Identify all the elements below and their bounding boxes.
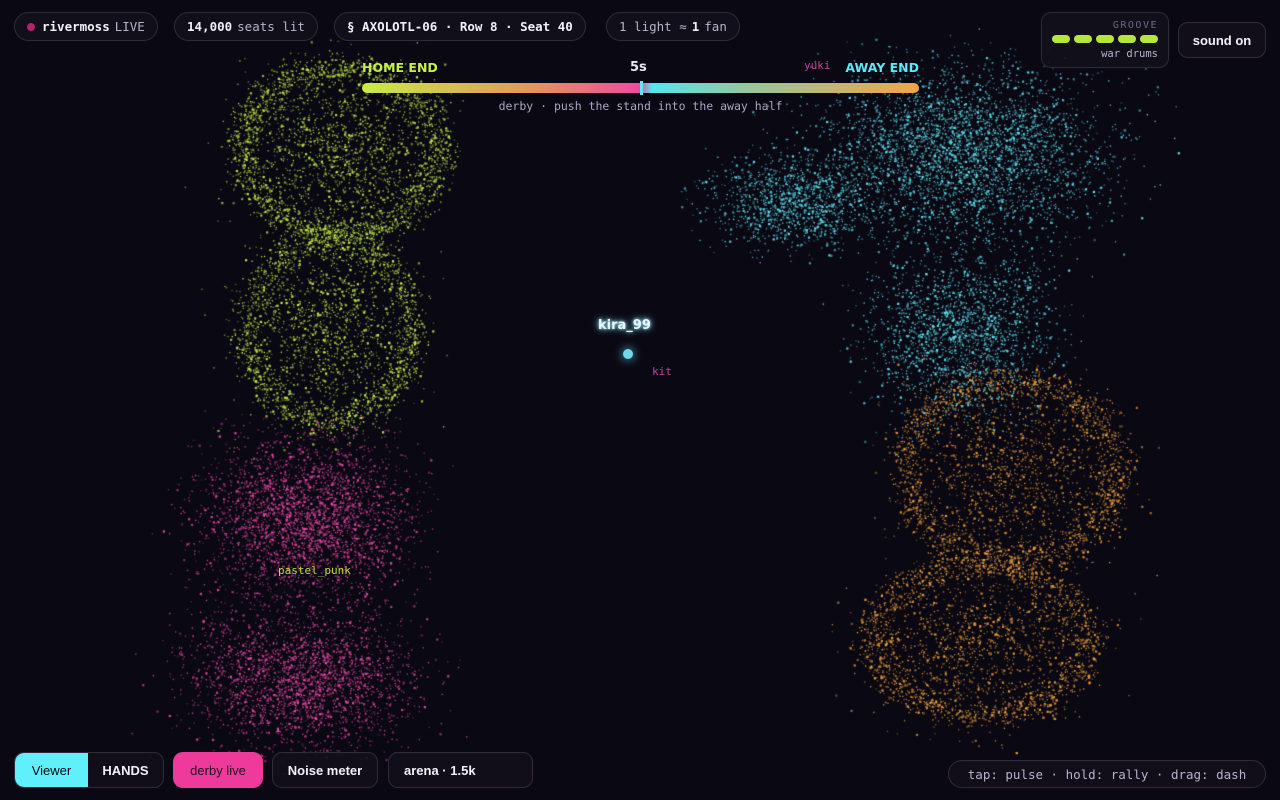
- tug-balance-marker: [639, 81, 643, 95]
- ratio-suffix: fan: [704, 19, 727, 34]
- player-cursor-dot[interactable]: [623, 349, 633, 359]
- groove-label: GROOVE: [1112, 20, 1158, 31]
- away-end-label: AWAY END: [845, 60, 919, 75]
- controls-hint: tap: pulse · hold: rally · drag: dash: [948, 760, 1266, 788]
- ratio-value: 1: [691, 19, 700, 34]
- player-name-tag: kira_99: [598, 318, 651, 333]
- noise-meter-button[interactable]: Noise meter: [272, 752, 378, 788]
- arena-size-field[interactable]: arena · 1.5k: [388, 752, 533, 788]
- seats-count: 14,000: [187, 19, 233, 34]
- live-label: LIVE: [114, 19, 145, 34]
- derby-live-button[interactable]: derby live: [173, 752, 263, 788]
- groove-bar: [1052, 35, 1070, 43]
- crowd-particle-field[interactable]: [0, 0, 1280, 800]
- fan-tag-pastel-punk: pastel_punk: [278, 564, 351, 577]
- groove-meter: GROOVE war drums: [1041, 12, 1169, 68]
- derby-tug-meter: HOME END 5s AWAY END derby · push the st…: [362, 60, 919, 113]
- home-end-label: HOME END: [362, 60, 438, 75]
- seat-label: § AXOLOTL-06 · Row 8 · Seat 40: [347, 19, 573, 34]
- groove-bar: [1096, 35, 1114, 43]
- derby-timer: 5s: [630, 60, 647, 75]
- seat-location: § AXOLOTL-06 · Row 8 · Seat 40: [334, 12, 586, 41]
- groove-bar: [1140, 35, 1158, 43]
- fan-tag-kit: kit: [652, 365, 672, 378]
- seats-lit-counter: 14,000 seats lit: [174, 12, 318, 41]
- groove-bar: [1118, 35, 1136, 43]
- fan-tag-yuki: yuki: [804, 59, 831, 72]
- mode-toggle: Viewer HANDS: [14, 752, 164, 788]
- groove-bar: [1074, 35, 1092, 43]
- derby-subtitle: derby · push the stand into the away hal…: [498, 99, 783, 113]
- seats-text: seats lit: [237, 19, 305, 34]
- ratio-prefix: 1 light ≈: [619, 19, 687, 34]
- viewer-mode-button[interactable]: Viewer: [15, 753, 88, 787]
- brand-name: rivermoss: [42, 19, 110, 34]
- brand-badge: rivermoss LIVE: [14, 12, 158, 41]
- groove-level-bars: [1052, 35, 1158, 43]
- sound-toggle-button[interactable]: sound on: [1178, 22, 1266, 58]
- light-fan-ratio: 1 light ≈ 1 fan: [606, 12, 740, 41]
- live-indicator-icon: [27, 22, 35, 31]
- groove-mode: war drums: [1101, 48, 1158, 60]
- hands-mode-button[interactable]: HANDS: [88, 753, 163, 787]
